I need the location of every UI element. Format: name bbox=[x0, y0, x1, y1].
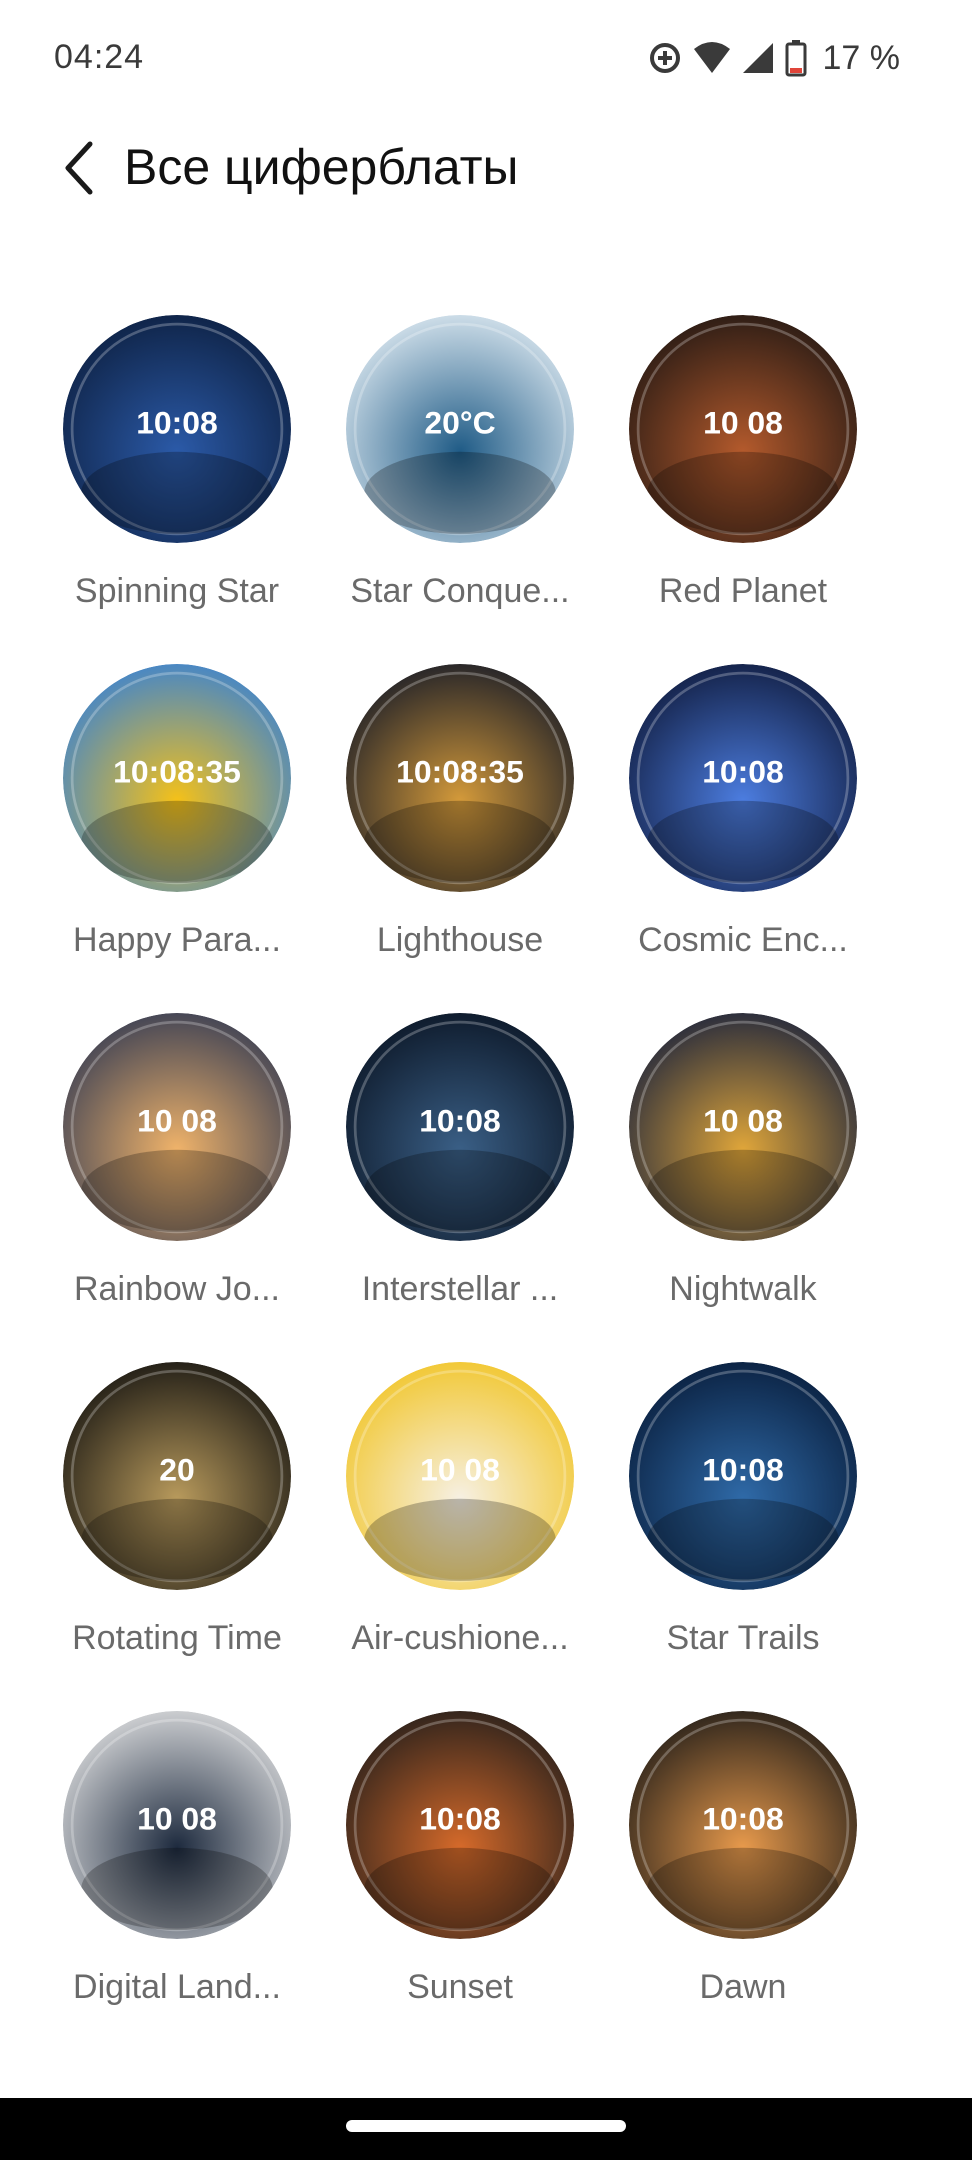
watch-face-item[interactable]: 10:08 Spinning Star bbox=[27, 310, 309, 640]
data-saver-icon bbox=[649, 43, 680, 73]
watch-face-image: 10:08 bbox=[346, 1013, 574, 1241]
watch-face-time: 20°C bbox=[424, 405, 495, 441]
watch-face-item[interactable]: 10 08 Air-cushione... bbox=[310, 1357, 592, 1687]
watch-face-time: 10:08 bbox=[419, 1103, 501, 1139]
navigation-bar bbox=[0, 2098, 972, 2160]
watch-face-preview: 10 08 bbox=[63, 1711, 291, 1939]
watch-face-item[interactable]: 10:08 Sunset bbox=[310, 1706, 592, 2036]
watch-face-item[interactable]: 10 08 Red Planet bbox=[593, 310, 875, 640]
watch-face-image: 20 bbox=[63, 1362, 291, 1590]
watch-face-image: 10 08 bbox=[63, 1013, 291, 1241]
watch-face-name: Spinning Star bbox=[74, 572, 280, 610]
battery-percentage: 17 % bbox=[822, 38, 901, 77]
watch-face-item[interactable]: 20°C Star Conque... bbox=[310, 310, 592, 640]
watch-face-image: 10 08 bbox=[346, 1362, 574, 1590]
watch-face-image: 10 08 bbox=[629, 315, 857, 543]
watch-face-image: 10 08 bbox=[63, 1711, 291, 1939]
watch-face-item[interactable]: 10 08 Digital Land... bbox=[27, 1706, 309, 2036]
watch-face-name: Red Planet bbox=[658, 572, 828, 610]
watch-face-time: 10:08 bbox=[702, 1452, 784, 1488]
watch-face-image: 10:08:35 bbox=[63, 664, 291, 892]
watch-face-preview: 10 08 bbox=[629, 315, 857, 543]
watch-face-image: 10:08 bbox=[346, 1711, 574, 1939]
watch-face-item[interactable]: 10:08:35 Happy Para... bbox=[27, 659, 309, 989]
watch-face-preview: 20°C bbox=[346, 315, 574, 543]
watch-face-preview: 10:08 bbox=[629, 664, 857, 892]
watch-face-item[interactable]: 10:08 Star Trails bbox=[593, 1357, 875, 1687]
watch-face-name: Nightwalk bbox=[669, 1270, 817, 1308]
watch-face-image: 10 08 bbox=[629, 1013, 857, 1241]
status-icons: 17 % bbox=[647, 36, 901, 80]
watch-face-preview: 20 bbox=[63, 1362, 291, 1590]
watch-face-name: Happy Para... bbox=[73, 921, 281, 959]
status-time: 04:24 bbox=[54, 38, 145, 76]
watch-face-time: 10 08 bbox=[420, 1452, 500, 1488]
watch-face-item[interactable]: 10 08 Nightwalk bbox=[593, 1008, 875, 1338]
watch-face-preview: 10:08 bbox=[629, 1362, 857, 1590]
watch-face-image: 10:08 bbox=[629, 664, 857, 892]
watch-face-time: 10:08 bbox=[702, 1801, 784, 1837]
watch-face-name: Star Conque... bbox=[350, 572, 570, 610]
watch-face-image: 10:08 bbox=[629, 1711, 857, 1939]
watch-face-preview: 10:08 bbox=[346, 1711, 574, 1939]
battery-icon bbox=[785, 40, 806, 77]
chevron-left-icon bbox=[65, 141, 93, 195]
watch-face-item[interactable]: 10:08 Interstellar ... bbox=[310, 1008, 592, 1338]
watch-face-name: Interstellar ... bbox=[361, 1270, 559, 1308]
watch-face-item[interactable]: 10:08 Dawn bbox=[593, 1706, 875, 2036]
header: Все циферблаты bbox=[0, 120, 972, 220]
watch-face-item[interactable]: 20 Rotating Time bbox=[27, 1357, 309, 1687]
watch-face-time: 10 08 bbox=[137, 1103, 217, 1139]
watch-face-name: Lighthouse bbox=[376, 921, 544, 959]
watch-face-name: Sunset bbox=[407, 1968, 513, 2006]
watch-face-image: 10:08 bbox=[629, 1362, 857, 1590]
watch-face-preview: 10 08 bbox=[629, 1013, 857, 1241]
watch-face-preview: 10:08 bbox=[346, 1013, 574, 1241]
watch-face-name: Rainbow Jo... bbox=[74, 1270, 280, 1308]
watch-face-preview: 10:08 bbox=[63, 315, 291, 543]
back-button[interactable] bbox=[48, 136, 112, 200]
watch-face-image: 20°C bbox=[346, 315, 574, 543]
watch-face-preview: 10:08:35 bbox=[63, 664, 291, 892]
home-gesture-handle[interactable] bbox=[346, 2120, 626, 2132]
watch-face-preview: 10:08:35 bbox=[346, 664, 574, 892]
watch-face-name: Rotating Time bbox=[72, 1619, 282, 1657]
watch-face-time: 10 08 bbox=[137, 1801, 217, 1837]
cell-signal-icon bbox=[742, 43, 773, 73]
wifi-icon bbox=[693, 42, 730, 73]
watch-face-time: 10:08 bbox=[419, 1801, 501, 1837]
watch-face-item[interactable]: 10:08 Cosmic Enc... bbox=[593, 659, 875, 989]
watch-face-preview: 10 08 bbox=[63, 1013, 291, 1241]
watch-face-time: 10:08:35 bbox=[113, 754, 241, 790]
watch-face-preview: 10:08 bbox=[629, 1711, 857, 1939]
watch-face-time: 20 bbox=[159, 1452, 195, 1488]
watch-face-name: Cosmic Enc... bbox=[638, 921, 848, 959]
watch-face-name: Dawn bbox=[699, 1968, 787, 2006]
watch-face-time: 10:08 bbox=[702, 754, 784, 790]
watch-face-name: Star Trails bbox=[666, 1619, 820, 1657]
watch-face-name: Digital Land... bbox=[73, 1968, 281, 2006]
watch-face-time: 10 08 bbox=[703, 1103, 783, 1139]
watch-face-image: 10:08:35 bbox=[346, 664, 574, 892]
page-title: Все циферблаты bbox=[124, 139, 519, 195]
watch-face-item[interactable]: 10:08:35 Lighthouse bbox=[310, 659, 592, 989]
watch-face-name: Air-cushione... bbox=[351, 1619, 569, 1657]
watch-face-image: 10:08 bbox=[63, 315, 291, 543]
watch-face-preview: 10 08 bbox=[346, 1362, 574, 1590]
watch-face-item[interactable]: 10 08 Rainbow Jo... bbox=[27, 1008, 309, 1338]
watch-face-time: 10:08:35 bbox=[396, 754, 524, 790]
status-bar: 04:24 17 % bbox=[0, 0, 972, 120]
watch-face-time: 10 08 bbox=[703, 405, 783, 441]
watch-face-time: 10:08 bbox=[136, 405, 218, 441]
